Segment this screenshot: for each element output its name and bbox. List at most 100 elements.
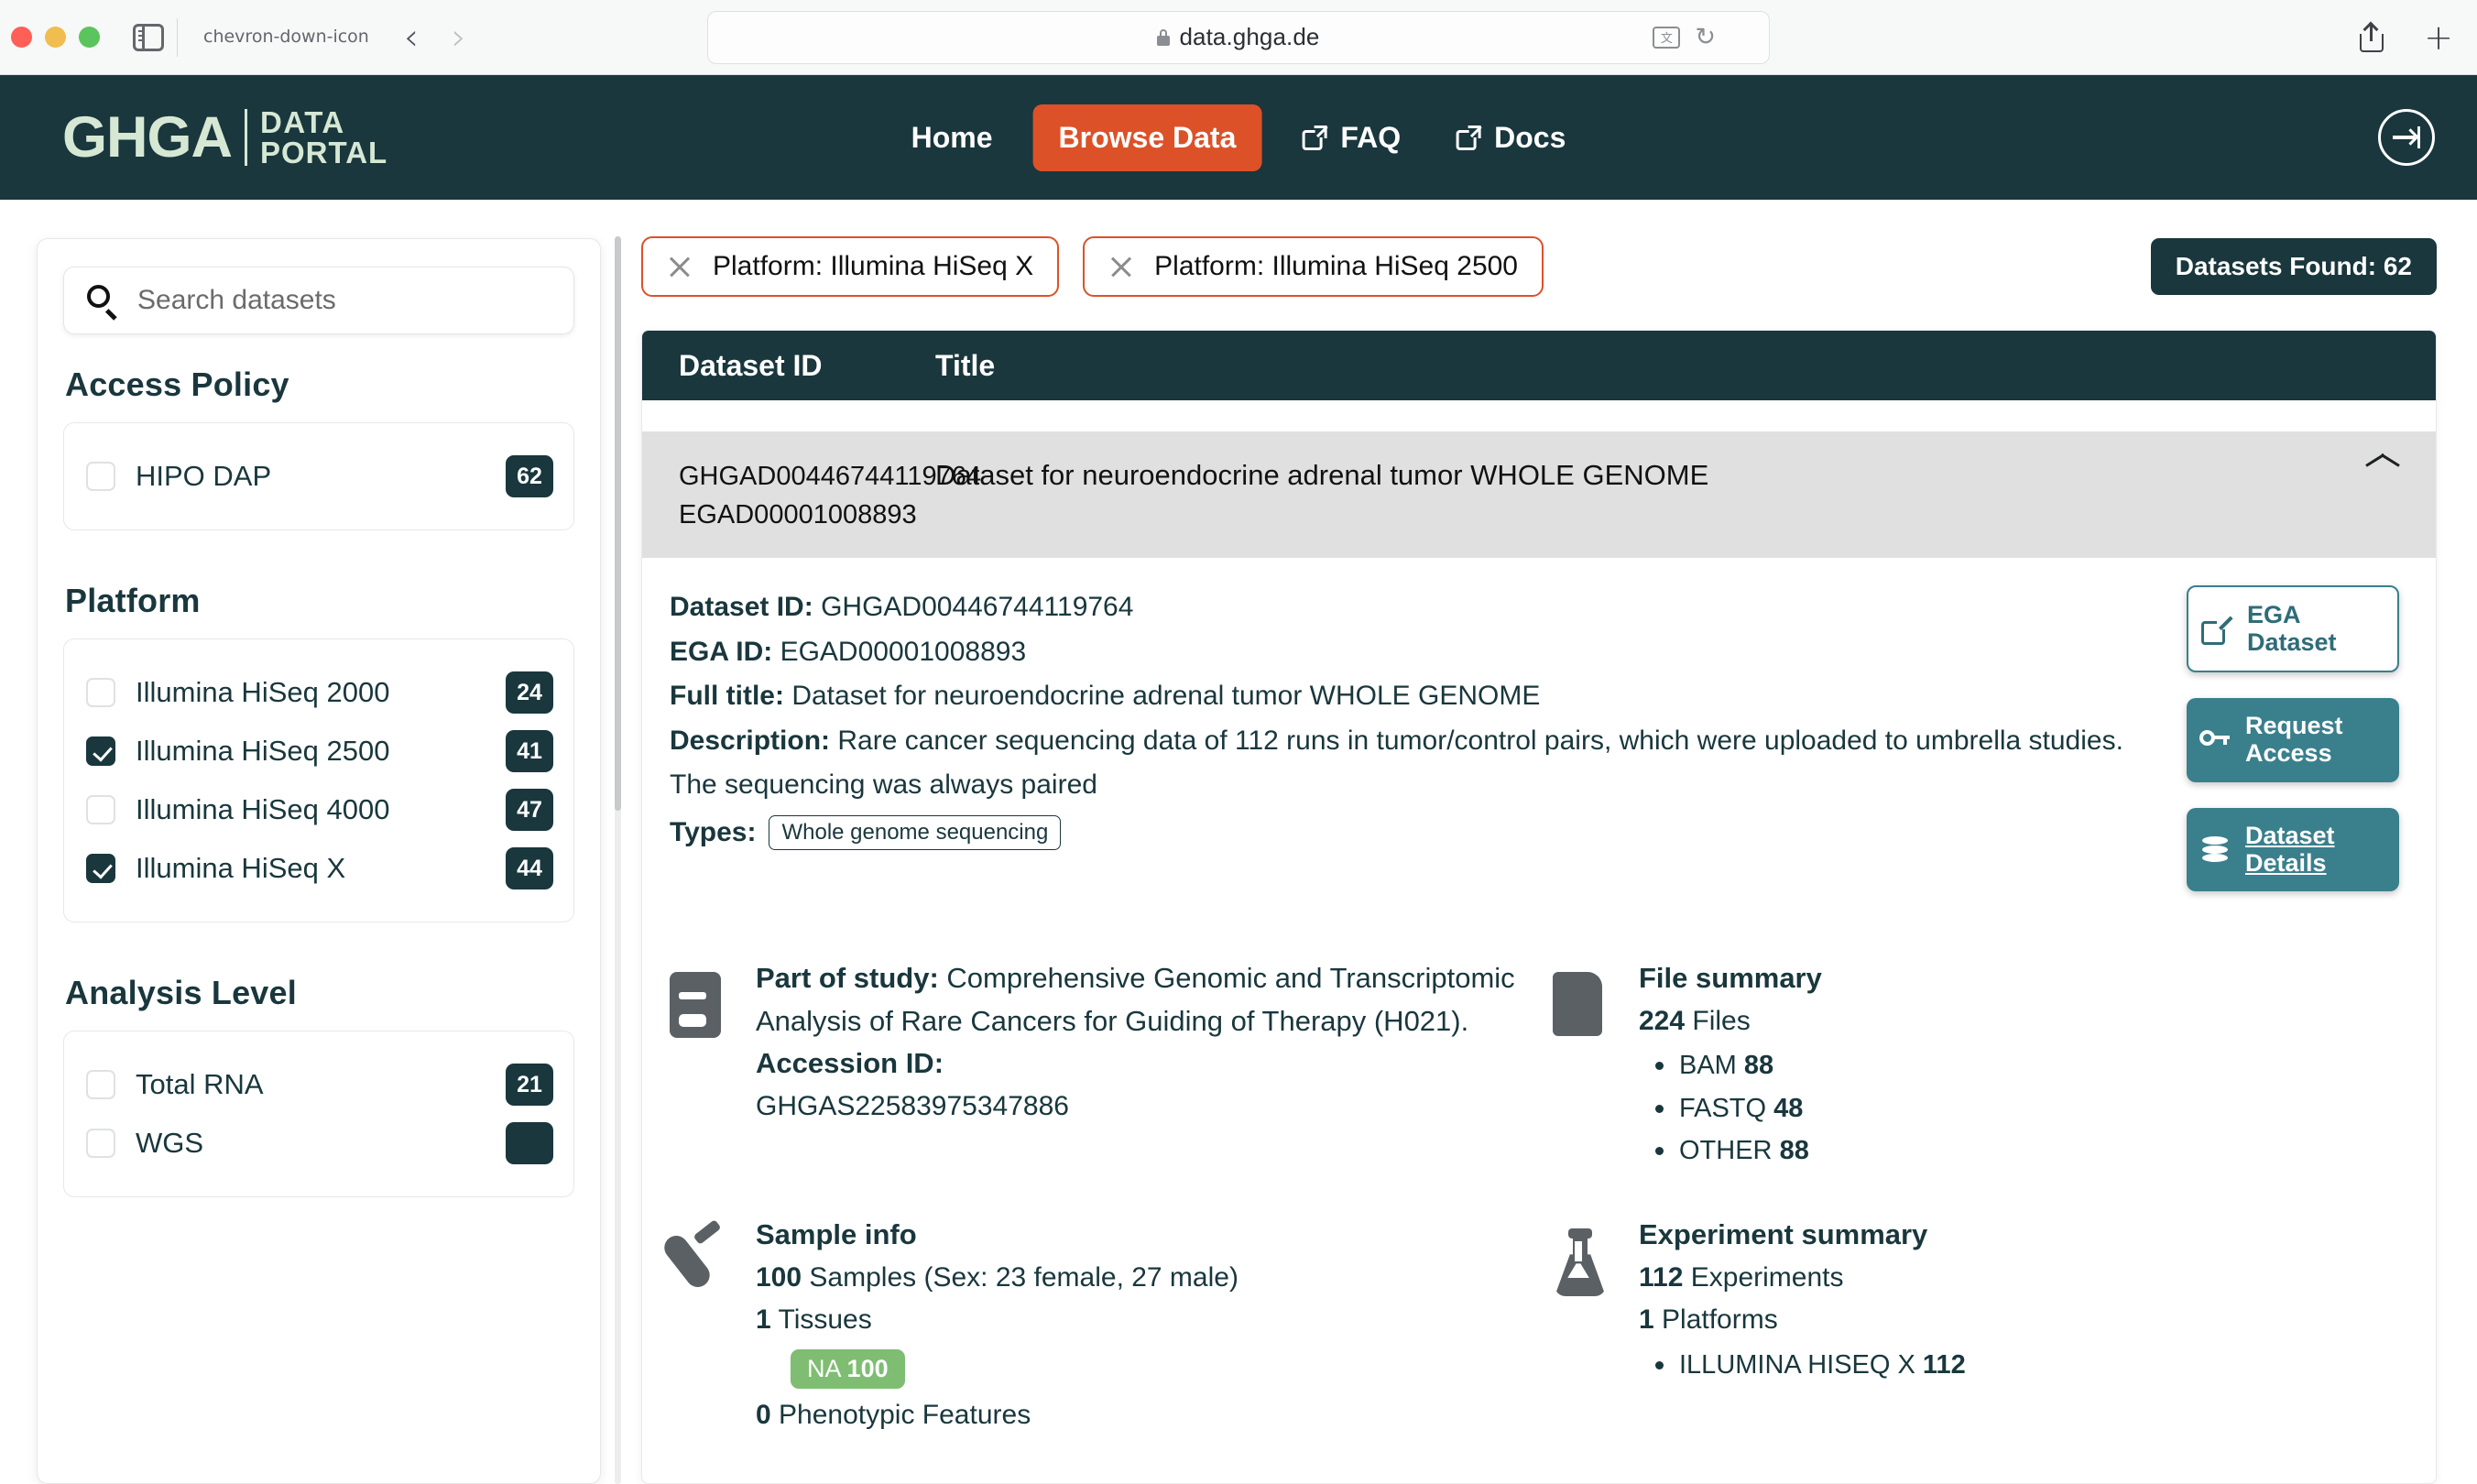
nav-item-browse-data[interactable]: Browse Data: [1032, 104, 1262, 171]
results-panel: Dataset ID Title GHGAD00446744119764 EGA…: [641, 330, 2437, 1484]
checkbox[interactable]: [86, 462, 115, 491]
search-input[interactable]: Search datasets: [63, 267, 574, 334]
facet-option-illumina-hiseq-4000[interactable]: Illumina HiSeq 4000 47: [84, 780, 555, 839]
study-label: Part of study:: [756, 962, 939, 995]
dataset-details-button[interactable]: Dataset Details: [2187, 807, 2399, 892]
facet-option-label: Illumina HiSeq 2500: [136, 735, 390, 767]
logo-wordmark: GHGA: [62, 104, 233, 169]
facet-count-badge: 41: [506, 730, 553, 772]
ghga-logo[interactable]: GHGA DATA PORTAL: [62, 107, 387, 168]
facet-title-analysis-level: Analysis Level: [65, 974, 297, 1011]
request-access-button[interactable]: Request Access: [2187, 698, 2399, 782]
button-label: Request Access: [2245, 712, 2343, 768]
book-icon: [670, 957, 732, 1039]
facet-group-platform: Illumina HiSeq 2000 24 Illumina HiSeq 25…: [63, 638, 574, 922]
nav-item-label: Home: [911, 120, 993, 154]
reload-icon[interactable]: ↻: [1695, 23, 1716, 51]
chevron-down-icon[interactable]: chevron-down-icon: [203, 28, 369, 46]
table-spacer: [642, 400, 2436, 431]
summary-study: Part of study: Comprehensive Genomic and…: [670, 957, 1516, 1172]
checkbox[interactable]: [86, 1129, 115, 1158]
filter-chip-platform-illumina-hiseq-2500[interactable]: Platform: Illumina HiSeq 2500: [1083, 236, 1544, 297]
page-body: Search datasets Access Policy HIPO DAP 6…: [0, 200, 2477, 1484]
browser-navigation[interactable]: ‹ ›: [404, 19, 466, 56]
sidebar-scrollbar[interactable]: [615, 236, 621, 1484]
chevron-up-icon[interactable]: [2366, 457, 2399, 475]
facet-group-analysis-level: Total RNA 21 WGS: [63, 1031, 574, 1197]
filter-card: Search datasets Access Policy HIPO DAP 6…: [37, 238, 601, 1484]
document-icon: [1553, 957, 1615, 1037]
browser-chrome: chevron-down-icon ‹ › data.ghga.de 文 ↻ +: [0, 0, 2477, 75]
tissue-count-line: 1 Tissues: [756, 1299, 1238, 1342]
facet-group-access-policy: HIPO DAP 62: [63, 422, 574, 530]
nav-item-faq[interactable]: FAQ: [1274, 106, 1428, 169]
login-arrow-icon: [2393, 126, 2420, 148]
checkbox[interactable]: [86, 854, 115, 883]
search-placeholder: Search datasets: [137, 285, 336, 315]
facet-count-badge: 21: [506, 1064, 553, 1106]
facet-option-wgs[interactable]: WGS: [84, 1114, 555, 1173]
filter-chip-platform-illumina-hiseq-x[interactable]: Platform: Illumina HiSeq X: [641, 236, 1060, 297]
translate-icon[interactable]: 文: [1653, 26, 1681, 49]
platform-count: 1: [1639, 1304, 1654, 1336]
detail-description: Description: Rare cancer sequencing data…: [670, 719, 2170, 808]
facet-option-hipo-dap[interactable]: HIPO DAP 62: [84, 447, 555, 506]
platform-list: ILLUMINA HISEQ X 112: [1655, 1344, 1966, 1386]
close-window-button[interactable]: [11, 27, 32, 48]
external-link-icon: [2201, 612, 2233, 645]
facet-option-illumina-hiseq-2500[interactable]: Illumina HiSeq 2500 41: [84, 722, 555, 780]
detail-label: Full title:: [670, 681, 784, 712]
close-icon[interactable]: [667, 254, 693, 279]
facet-option-total-rna[interactable]: Total RNA 21: [84, 1055, 555, 1114]
facet-count-badge: 44: [506, 847, 553, 889]
tissue-pill: NA 100: [791, 1348, 905, 1389]
row-title: Dataset for neuroendocrine adrenal tumor…: [935, 459, 1709, 491]
phenotypic-label: Phenotypic Features: [779, 1399, 1031, 1430]
file-total-label: Files: [1692, 1005, 1751, 1036]
column-header-dataset-id: Dataset ID: [679, 348, 823, 382]
table-row[interactable]: GHGAD00446744119764 EGAD00001008893 Data…: [642, 431, 2436, 559]
checkbox[interactable]: [86, 737, 115, 766]
facet-option-illumina-hiseq-x[interactable]: Illumina HiSeq X 44: [84, 839, 555, 898]
address-bar[interactable]: data.ghga.de 文 ↻: [707, 10, 1770, 64]
maximize-window-button[interactable]: [79, 27, 100, 48]
window-traffic-lights[interactable]: [11, 27, 100, 48]
forward-button[interactable]: ›: [452, 19, 466, 56]
filter-chip-label: Platform: Illumina HiSeq X: [713, 251, 1034, 281]
nav-item-home[interactable]: Home: [884, 106, 1020, 169]
facet-count-badge: 24: [506, 671, 553, 714]
nav-item-label: FAQ: [1340, 120, 1402, 154]
checkbox[interactable]: [86, 678, 115, 707]
active-filter-chips: Platform: Illumina HiSeq X Platform: Ill…: [641, 231, 2437, 302]
facet-option-illumina-hiseq-2000[interactable]: Illumina HiSeq 2000 24: [84, 663, 555, 722]
facet-title-platform: Platform: [65, 582, 201, 619]
test-tube-icon: [660, 1214, 732, 1294]
row-action-buttons: EGA Dataset Request Access Dataset Detai…: [2170, 585, 2399, 917]
list-item: OTHER 88: [1655, 1129, 1822, 1172]
experiment-count: 112: [1639, 1261, 1684, 1293]
database-icon: [2199, 835, 2231, 866]
key-icon: [2199, 725, 2231, 756]
platform-count-line: 1 Platforms: [1639, 1299, 1966, 1342]
sidebar-toggle-icon[interactable]: [133, 23, 164, 51]
external-link-icon: [1456, 125, 1482, 150]
login-button[interactable]: [2378, 109, 2435, 166]
facet-title-access-policy: Access Policy: [65, 366, 289, 403]
checkbox[interactable]: [86, 795, 115, 824]
external-link-icon: [1302, 125, 1328, 150]
nav-item-docs[interactable]: Docs: [1428, 106, 1593, 169]
checkbox[interactable]: [86, 1070, 115, 1099]
new-tab-button[interactable]: +: [2424, 20, 2453, 55]
column-header-title: Title: [935, 348, 996, 382]
list-item: BAM 88: [1655, 1044, 1822, 1086]
results-table-header: Dataset ID Title: [642, 331, 2436, 400]
experiment-summary-title: Experiment summary: [1639, 1218, 1928, 1251]
minimize-window-button[interactable]: [45, 27, 66, 48]
facet-option-label: HIPO DAP: [136, 460, 272, 492]
close-icon[interactable]: [1108, 254, 1134, 279]
tissue-pill-name: NA: [807, 1354, 841, 1382]
ega-dataset-button[interactable]: EGA Dataset: [2187, 585, 2399, 673]
share-icon[interactable]: [2360, 21, 2384, 52]
file-type-list: BAM 88 FASTQ 48 OTHER 88: [1655, 1044, 1822, 1172]
back-button[interactable]: ‹: [404, 19, 419, 56]
